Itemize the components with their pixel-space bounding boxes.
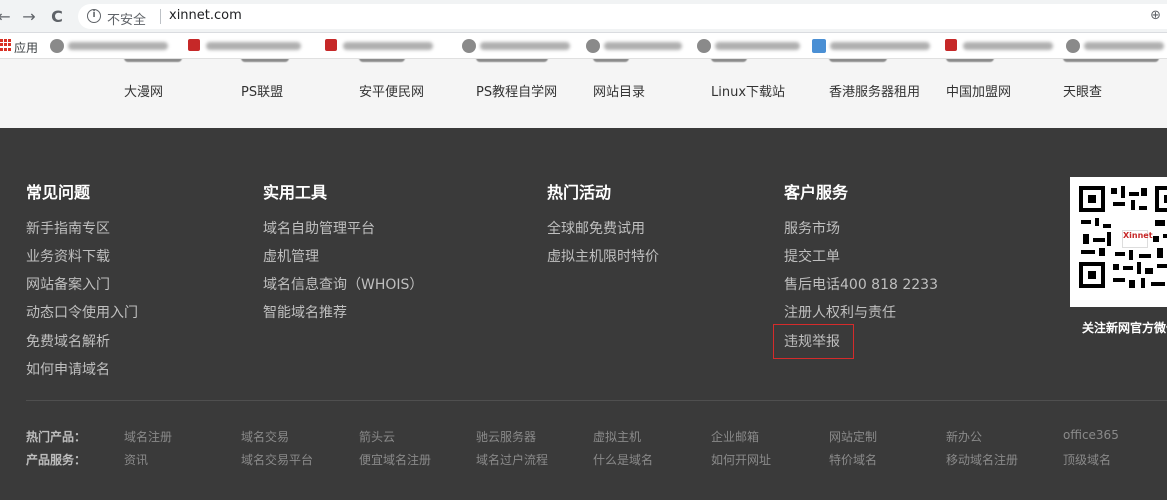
insecure-label[interactable]: 不安全: [107, 9, 146, 28]
product-service-link[interactable]: 顶级域名: [1063, 451, 1111, 468]
bookmark-item[interactable]: [586, 37, 686, 55]
globe-icon: [1066, 39, 1080, 53]
qr-pattern: Xinnet: [1079, 186, 1167, 296]
bookmark-favicon-icon: [945, 39, 957, 51]
tools-link[interactable]: 虚机管理: [263, 246, 319, 266]
back-icon[interactable]: ←: [0, 7, 14, 27]
bookmark-favicon-icon: [325, 39, 337, 51]
friend-link[interactable]: PS教程自学网: [476, 81, 557, 100]
hot-product-link[interactable]: 域名注册: [124, 428, 172, 445]
bookmark-item[interactable]: [50, 37, 175, 55]
product-service-link[interactable]: 域名交易平台: [241, 451, 313, 468]
friend-link[interactable]: 网站目录: [593, 81, 645, 100]
activities-link[interactable]: 全球邮免费试用: [547, 218, 645, 238]
omnibox-divider: [160, 9, 161, 24]
product-service-link[interactable]: 特价域名: [829, 451, 877, 468]
faq-link[interactable]: 如何申请域名: [26, 359, 110, 379]
clipped-links-row: [0, 59, 1167, 67]
service-link[interactable]: 服务市场: [784, 218, 840, 238]
tools-link[interactable]: 域名信息查询（WHOIS）: [263, 274, 423, 294]
hot-product-link[interactable]: 网站定制: [829, 428, 877, 445]
bookmark-item[interactable]: [812, 37, 937, 55]
friend-link[interactable]: 香港服务器租用: [829, 81, 920, 100]
apps-grid-icon[interactable]: [0, 39, 11, 51]
globe-icon: [697, 39, 711, 53]
bookmark-item[interactable]: [945, 37, 1060, 55]
zoom-icon[interactable]: ⊕: [1150, 8, 1161, 23]
hot-products-label: 热门产品：: [26, 430, 87, 444]
bookmark-item[interactable]: [697, 37, 807, 55]
globe-icon: [462, 39, 476, 53]
report-violation-link[interactable]: 违规举报: [784, 331, 840, 351]
service-link[interactable]: 提交工单: [784, 246, 840, 266]
url-text[interactable]: xinnet.com: [169, 8, 242, 23]
product-service-link[interactable]: 什么是域名: [593, 451, 653, 468]
friend-link[interactable]: 中国加盟网: [946, 81, 1011, 100]
browser-toolbar: ← → C i 不安全 xinnet.com ⊕: [0, 0, 1167, 33]
product-services-label: 产品服务：: [26, 453, 87, 467]
friend-link[interactable]: 天眼查: [1063, 81, 1102, 100]
bookmark-favicon-icon: [188, 39, 200, 51]
product-service-link[interactable]: 如何开网址: [711, 451, 771, 468]
service-link[interactable]: 注册人权利与责任: [784, 302, 896, 322]
bookmark-item[interactable]: [188, 37, 308, 55]
bookmarks-bar: 应用: [0, 33, 1167, 59]
bookmark-item[interactable]: [462, 37, 582, 55]
hot-product-link[interactable]: 新办公: [946, 428, 982, 445]
hot-product-link[interactable]: 虚拟主机: [593, 428, 641, 445]
faq-link[interactable]: 网站备案入门: [26, 274, 110, 294]
activities-link[interactable]: 虚拟主机限时特价: [547, 246, 659, 266]
product-service-link[interactable]: 域名过户流程: [476, 451, 548, 468]
footer-divider: [26, 400, 1167, 401]
wechat-qr-code: Xinnet: [1070, 177, 1167, 307]
activities-heading: 热门活动: [547, 183, 612, 202]
faq-link[interactable]: 业务资料下载: [26, 246, 110, 266]
tools-heading: 实用工具: [263, 183, 328, 202]
hot-product-link[interactable]: 域名交易: [241, 428, 289, 445]
bookmark-item[interactable]: [1066, 37, 1167, 55]
bookmark-item[interactable]: [325, 37, 445, 55]
friend-link[interactable]: PS联盟: [241, 81, 283, 100]
globe-icon: [586, 39, 600, 53]
hot-product-link[interactable]: 箭头云: [359, 428, 395, 445]
bookmark-favicon-icon: [812, 39, 826, 53]
qr-caption: 关注新网官方微信: [1082, 321, 1167, 335]
faq-link[interactable]: 免费域名解析: [26, 331, 110, 351]
hot-product-link[interactable]: office365: [1063, 428, 1119, 442]
faq-link[interactable]: 动态口令使用入门: [26, 302, 138, 322]
tools-link[interactable]: 域名自助管理平台: [263, 218, 375, 238]
address-bar[interactable]: i 不安全 xinnet.com ⊕: [78, 4, 1167, 29]
apps-bookmark[interactable]: 应用: [14, 39, 38, 56]
globe-icon: [50, 39, 64, 53]
customer-service-heading: 客户服务: [784, 183, 849, 202]
product-service-link[interactable]: 便宜域名注册: [359, 451, 431, 468]
forward-icon[interactable]: →: [19, 7, 39, 27]
hot-product-link[interactable]: 驰云服务器: [476, 428, 536, 445]
reload-icon[interactable]: C: [47, 7, 67, 27]
friend-link[interactable]: 安平便民网: [359, 81, 424, 100]
hot-product-link[interactable]: 企业邮箱: [711, 428, 759, 445]
xinnet-logo-icon: Xinnet: [1122, 230, 1153, 248]
faq-link[interactable]: 新手指南专区: [26, 218, 110, 238]
product-service-link[interactable]: 资讯: [124, 451, 148, 468]
tools-link[interactable]: 智能域名推荐: [263, 302, 347, 322]
faq-heading: 常见问题: [26, 183, 91, 202]
friend-link[interactable]: 大漫网: [124, 81, 163, 100]
info-icon[interactable]: i: [87, 9, 101, 23]
service-phone[interactable]: 售后电话400 818 2233: [784, 274, 938, 294]
friend-link[interactable]: Linux下载站: [711, 81, 785, 100]
product-service-link[interactable]: 移动域名注册: [946, 451, 1018, 468]
